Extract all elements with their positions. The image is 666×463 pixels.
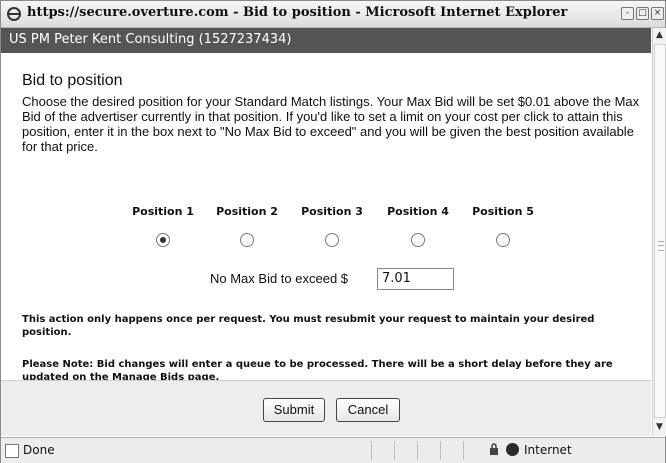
resubmit-note: This action only happens once per reques… [22, 314, 595, 338]
position-option-2: Position 2 [207, 205, 287, 247]
cancel-button[interactable]: Cancel [336, 398, 400, 422]
position-option-4: Position 4 [378, 205, 458, 247]
button-bar: Submit Cancel [1, 380, 651, 436]
security-zone: Internet [524, 443, 572, 457]
browser-window: https://secure.overture.com - Bid to pos… [0, 0, 666, 463]
status-divider [463, 441, 464, 460]
title-bar: https://secure.overture.com - Bid to pos… [1, 1, 665, 28]
minimize-icon[interactable]: - [621, 7, 634, 20]
status-divider [417, 441, 418, 460]
status-divider [394, 441, 395, 460]
ie-logo-icon [7, 7, 21, 21]
page-content: US PM Peter Kent Consulting (1527237434)… [1, 28, 651, 436]
account-header: US PM Peter Kent Consulting (1527237434) [1, 28, 651, 53]
submit-button[interactable]: Submit [263, 398, 325, 422]
intro-text: Choose the desired position for your Sta… [22, 94, 640, 154]
position-label: Position 4 [387, 205, 449, 218]
scroll-thumb[interactable] [654, 44, 666, 418]
position-option-1: Position 1 [123, 205, 203, 247]
position-radio-1[interactable] [156, 233, 170, 247]
page-title: Bid to position [22, 72, 123, 89]
status-divider [371, 441, 372, 460]
bid-to-position-form: Bid to position Choose the desired posit… [1, 53, 651, 383]
radio-selected-dot [160, 237, 166, 243]
maximize-icon[interactable]: □ [636, 7, 649, 20]
position-label: Position 3 [301, 205, 363, 218]
position-option-5: Position 5 [463, 205, 543, 247]
max-bid-value: 7.01 [382, 271, 411, 286]
position-radio-3[interactable] [325, 233, 339, 247]
position-label: Position 5 [472, 205, 534, 218]
max-bid-label: No Max Bid to exceed $ [210, 271, 349, 286]
position-label: Position 1 [132, 205, 194, 218]
window-title: https://secure.overture.com - Bid to pos… [27, 5, 568, 20]
position-label: Position 2 [216, 205, 278, 218]
scroll-grip [658, 241, 664, 251]
status-text: Done [23, 443, 55, 457]
status-divider [440, 441, 441, 460]
position-radio-4[interactable] [411, 233, 425, 247]
scroll-down-icon[interactable]: ▼ [653, 421, 666, 434]
vertical-scrollbar[interactable]: ▲ ▼ [652, 28, 666, 436]
account-name: US PM Peter Kent Consulting (1527237434) [9, 32, 292, 47]
position-radio-5[interactable] [496, 233, 510, 247]
position-radio-2[interactable] [240, 233, 254, 247]
close-icon[interactable]: × [651, 7, 664, 20]
position-option-3: Position 3 [292, 205, 372, 247]
status-bar: Done Internet [1, 437, 665, 463]
scroll-up-icon[interactable]: ▲ [653, 29, 666, 42]
page-icon [5, 444, 19, 458]
lock-icon [490, 443, 498, 455]
position-options: Position 1 Position 2 Position 3 Positio… [1, 205, 651, 255]
globe-icon [506, 443, 519, 456]
max-bid-input[interactable]: 7.01 [377, 268, 454, 290]
